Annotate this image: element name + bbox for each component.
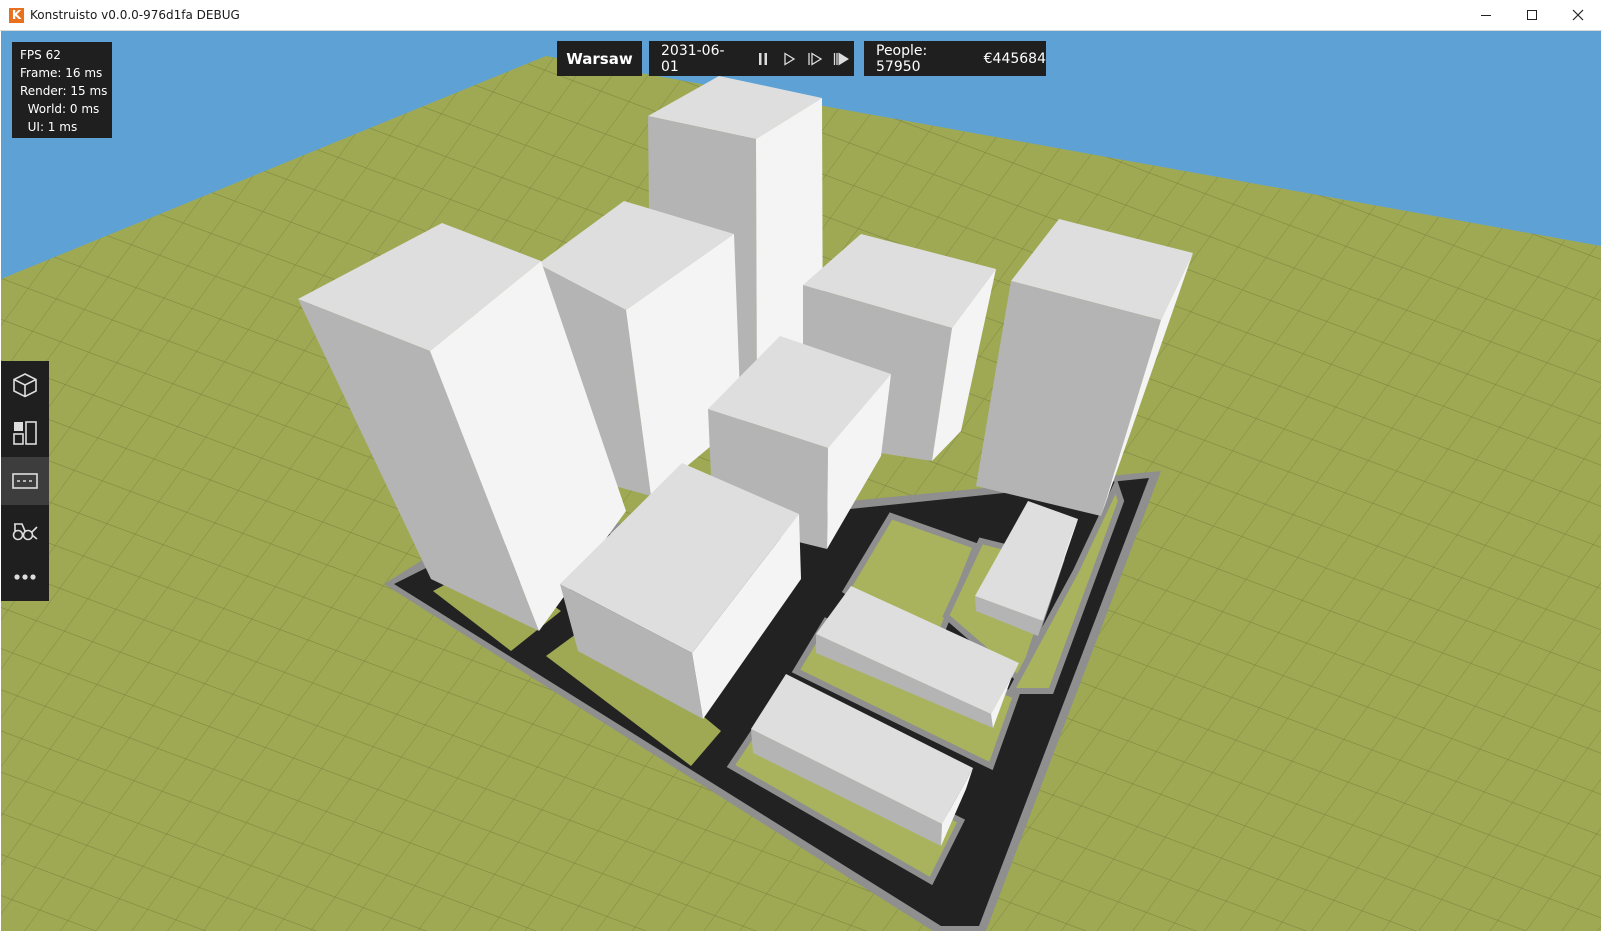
game-date: 2031-06-01 (661, 42, 725, 75)
app-logo-icon: K (9, 8, 24, 23)
city-scene[interactable] (1, 31, 1601, 931)
tool-sidebar (1, 361, 49, 601)
time-controls-panel: 2031-06-01 (649, 41, 854, 76)
fastest-forward-icon (833, 52, 850, 65)
close-button[interactable] (1555, 0, 1601, 30)
minimize-icon (1481, 15, 1491, 16)
more-icon (14, 574, 36, 580)
sidebar-item-bulldoze[interactable] (1, 505, 49, 553)
fastest-forward-button[interactable] (828, 41, 854, 76)
budget-readout: €445684 (983, 50, 1046, 67)
sidebar-item-roads[interactable] (1, 457, 49, 505)
zones-icon (13, 421, 37, 445)
frame-time-readout: Frame: 16 ms (20, 66, 103, 80)
fps-readout: FPS 62 (20, 48, 61, 62)
debug-stats-panel: FPS 62 Frame: 16 ms Render: 15 ms World:… (12, 42, 112, 138)
render-time-readout: Render: 15 ms (20, 84, 108, 98)
city-name: Warsaw (566, 49, 633, 68)
pause-icon (759, 52, 768, 65)
close-icon (1572, 9, 1584, 21)
world-time-readout: World: 0 ms (20, 102, 100, 116)
road-icon (12, 473, 38, 489)
city-name-badge[interactable]: Warsaw (557, 41, 642, 76)
minimize-button[interactable] (1463, 0, 1509, 30)
play-icon (784, 51, 796, 66)
bulldozer-icon (12, 523, 38, 541)
window-title: Konstruisto v0.0.0-976d1fa DEBUG (30, 8, 240, 22)
cube-icon (13, 373, 37, 398)
maximize-button[interactable] (1509, 0, 1555, 30)
window-title-bar: K Konstruisto v0.0.0-976d1fa DEBUG (0, 0, 1602, 31)
city-stats-panel: People: 57950 €445684 (864, 41, 1046, 76)
maximize-icon (1527, 10, 1537, 20)
sidebar-item-more[interactable] (1, 553, 49, 601)
game-viewport[interactable]: FPS 62 Frame: 16 ms Render: 15 ms World:… (1, 31, 1601, 931)
sidebar-item-build[interactable] (1, 361, 49, 409)
fast-forward-button[interactable] (802, 41, 828, 76)
fast-forward-icon (808, 51, 823, 66)
pause-button[interactable] (750, 41, 776, 76)
sidebar-item-zones[interactable] (1, 409, 49, 457)
ui-time-readout: UI: 1 ms (20, 120, 78, 134)
population-readout: People: 57950 (876, 42, 928, 75)
play-button[interactable] (776, 41, 802, 76)
